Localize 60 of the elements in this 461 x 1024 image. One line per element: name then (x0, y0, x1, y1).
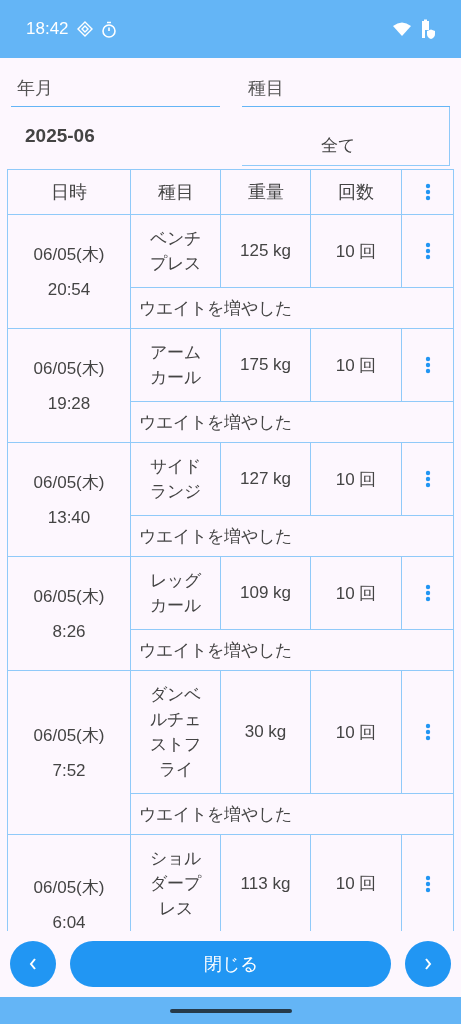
note-cell: ウエイトを増やした (131, 516, 454, 557)
next-button[interactable] (405, 941, 451, 987)
date-text: 06/05(木) (33, 358, 105, 380)
weight-cell: 109 kg (221, 557, 311, 630)
reps-cell: 10 回 (311, 835, 402, 931)
home-indicator[interactable] (169, 1008, 292, 1013)
reps-cell: 10 回 (311, 671, 402, 794)
weight-cell: 113 kg (221, 835, 311, 931)
weight-cell: 125 kg (221, 215, 311, 288)
weight-cell: 175 kg (221, 329, 311, 402)
column-header: 回数 (311, 170, 402, 215)
more-icon[interactable] (424, 183, 431, 201)
previous-button[interactable] (10, 941, 56, 987)
time-text: 6:04 (52, 912, 86, 931)
exercise-cell: サイドランジ (131, 443, 221, 516)
note-cell: ウエイトを増やした (131, 402, 454, 443)
more-icon[interactable] (424, 723, 431, 741)
filter-value: 2025-06 (24, 124, 96, 148)
column-header: 重量 (221, 170, 311, 215)
exercise-cell: アームカール (131, 329, 221, 402)
time-text: 20:54 (47, 280, 91, 300)
column-header: 種目 (131, 170, 221, 215)
weight-cell: 30 kg (221, 671, 311, 794)
more-icon[interactable] (424, 470, 431, 488)
reps-cell: 10 回 (311, 329, 402, 402)
exercise-cell: ショルダープレス (131, 835, 221, 931)
more-icon[interactable] (424, 584, 431, 602)
more-icon[interactable] (424, 874, 431, 893)
exercise-cell: レッグカール (131, 557, 221, 630)
chevron-left-icon (29, 958, 37, 970)
time-text: 8:26 (52, 622, 86, 642)
reps-cell: 10 回 (311, 443, 402, 516)
chevron-right-icon (424, 958, 432, 970)
date-text: 06/05(木) (33, 876, 105, 899)
date-text: 06/05(木) (33, 244, 105, 266)
date-text: 06/05(木) (33, 586, 105, 608)
column-header: 日時 (8, 170, 131, 215)
battery-icon (419, 19, 435, 39)
filter-field[interactable]: 年月 (11, 76, 220, 107)
date-text: 06/05(木) (33, 725, 105, 747)
more-icon[interactable] (424, 356, 431, 374)
reps-cell: 10 回 (311, 215, 402, 288)
reps-cell: 10 回 (311, 557, 402, 630)
time-text: 7:52 (52, 761, 86, 781)
status-time: 18:42 (26, 19, 69, 39)
exercise-cell: ダンベルチェストフライ (131, 671, 221, 794)
wifi-icon (393, 22, 411, 36)
timer-icon (100, 20, 117, 38)
more-icon[interactable] (424, 242, 431, 260)
date-text: 06/05(木) (33, 472, 105, 494)
weight-cell: 127 kg (221, 443, 311, 516)
filter-value: 全て (241, 107, 450, 166)
note-cell: ウエイトを増やした (131, 630, 454, 671)
diamond-icon (76, 21, 93, 37)
note-cell: ウエイトを増やした (131, 794, 454, 835)
time-text: 13:40 (47, 508, 91, 528)
time-text: 19:28 (47, 394, 91, 414)
note-cell: ウエイトを増やした (131, 288, 454, 329)
filter-field[interactable]: 種目 (241, 76, 450, 107)
exercise-cell: ベンチプレス (131, 215, 221, 288)
